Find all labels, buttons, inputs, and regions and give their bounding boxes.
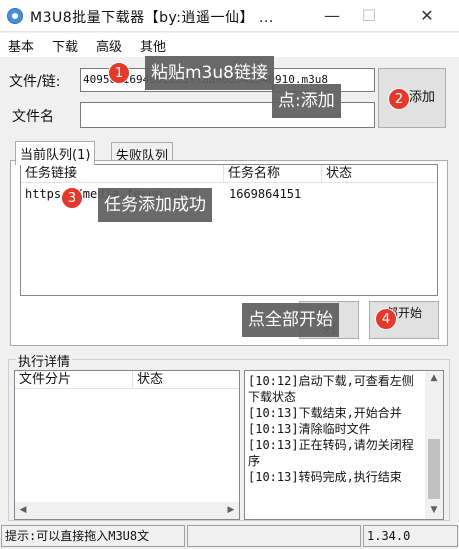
annotation-start-all: 点全部开始 — [242, 303, 339, 337]
app-icon — [7, 8, 23, 24]
title-bar: M3U8批量下载器【by:逍遥一仙】 ... — ☐ ✕ — [0, 0, 459, 32]
details-title: 执行详情 — [16, 351, 73, 370]
status-middle — [187, 525, 361, 547]
column-task-name[interactable]: 任务名称 — [224, 165, 322, 183]
status-version: 1.34.0 — [363, 525, 458, 547]
tab-current-queue[interactable]: 当前队列(1) — [15, 141, 96, 165]
maximize-button[interactable]: ☐ — [352, 4, 386, 28]
scroll-right-arrow-icon[interactable]: ▶ — [225, 505, 237, 515]
annotation-task-added: 任务添加成功 — [98, 188, 212, 222]
status-hint: 提示:可以直接拖入M3U8文 — [1, 525, 185, 547]
annotation-badge-1: 1 — [108, 62, 130, 84]
annotation-paste-link: 粘贴m3u8链接 — [145, 56, 274, 90]
log-panel[interactable]: [10:12]启动下载,可查看左侧下载状态 [10:13]下载结束,开始合并 [… — [244, 370, 444, 520]
column-segment[interactable]: 文件分片 — [15, 371, 133, 389]
scroll-up-arrow-icon[interactable]: ▲ — [428, 373, 440, 383]
window-title: M3U8批量下载器【by:逍遥一仙】 ... — [30, 10, 274, 26]
log-line: [10:13]清除临时文件 — [248, 422, 371, 436]
annotation-click-add: 点:添加 — [272, 84, 341, 118]
minimize-button[interactable]: — — [315, 4, 349, 28]
annotation-badge-3: 3 — [61, 187, 83, 209]
menu-bar: 基本 下载 高级 其他 — [0, 33, 459, 57]
annotation-badge-2: 2 — [388, 88, 410, 110]
scrollbar-thumb[interactable] — [428, 439, 440, 499]
file-link-label: 文件/链: — [9, 74, 61, 90]
log-line: [10:12]启动下载,可查看左侧下载状态 — [248, 374, 414, 404]
close-button[interactable]: ✕ — [410, 4, 444, 28]
scroll-down-arrow-icon[interactable]: ▼ — [428, 505, 440, 515]
segment-list[interactable]: 文件分片 状态 ◀ ▶ — [14, 370, 240, 520]
menu-other[interactable]: 其他 — [140, 36, 166, 55]
column-task-link[interactable]: 任务链接 — [21, 165, 224, 183]
log-line: [10:13]下载结束,开始合并 — [248, 406, 402, 420]
menu-advanced[interactable]: 高级 — [96, 36, 122, 55]
scroll-left-arrow-icon[interactable]: ◀ — [17, 505, 29, 515]
row-name: 1669864151 — [229, 187, 302, 201]
column-segment-status[interactable]: 状态 — [133, 371, 239, 389]
column-task-status[interactable]: 状态 — [322, 165, 437, 183]
menu-download[interactable]: 下载 — [52, 36, 78, 55]
log-line: [10:13]正在转码,请勿关闭程序 — [248, 438, 414, 468]
log-text: [10:12]启动下载,可查看左侧下载状态 [10:13]下载结束,开始合并 [… — [248, 373, 422, 485]
status-bar: 提示:可以直接拖入M3U8文 1.34.0 — [0, 523, 459, 549]
segment-horizontal-scrollbar[interactable]: ◀ ▶ — [15, 502, 239, 519]
queue-list[interactable]: 任务链接 任务名称 状态 https://media.fexue.com/ 16… — [20, 164, 438, 296]
log-vertical-scrollbar[interactable]: ▲ ▼ — [425, 371, 443, 519]
log-line: [10:13]转码完成,执行结束 — [248, 470, 402, 484]
annotation-badge-4: 4 — [375, 308, 397, 330]
menu-basic[interactable]: 基本 — [8, 36, 34, 55]
file-name-label: 文件名 — [12, 109, 54, 125]
